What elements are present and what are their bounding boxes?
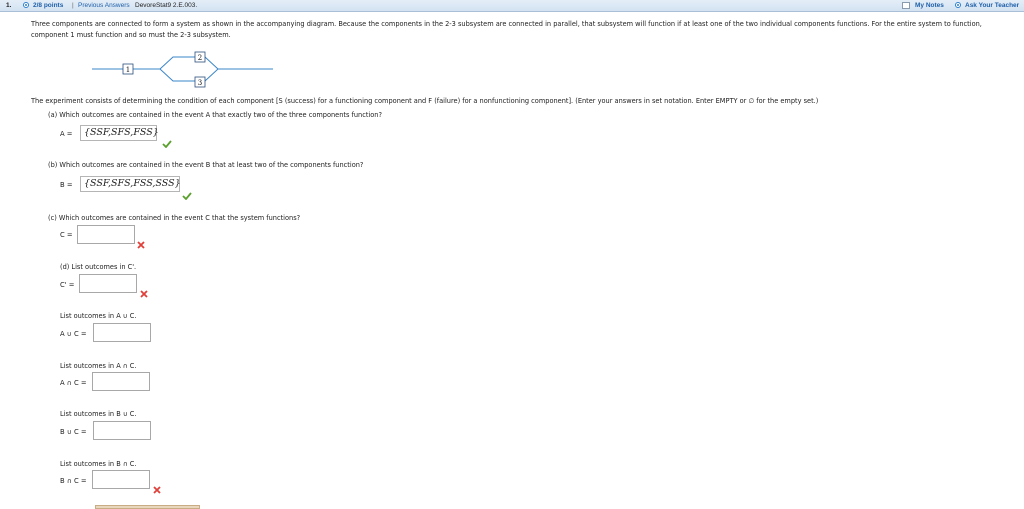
- component-1-box: 1: [122, 63, 134, 75]
- notes-checkbox[interactable]: [902, 2, 910, 9]
- b-intersect-c-question: List outcomes in B ∩ C.: [60, 460, 137, 468]
- problem-intro-text: Three components are connected to form a…: [31, 20, 982, 39]
- a-union-c-question: List outcomes in A ∪ C.: [60, 312, 137, 320]
- part-a-answer-field[interactable]: {SSF,SFS,FSS}: [80, 125, 159, 141]
- expand-toggle-icon[interactable]: [23, 2, 29, 8]
- a-intersect-c-question: List outcomes in A ∩ C.: [60, 362, 137, 370]
- b-union-c-label: B ∪ C =: [60, 428, 87, 436]
- submit-buttons-strip[interactable]: [95, 505, 200, 509]
- b-intersect-c-answer-field[interactable]: [92, 470, 150, 489]
- b-intersect-c-label: B ∩ C =: [60, 477, 87, 485]
- previous-answers-link[interactable]: Previous Answers: [78, 0, 130, 11]
- component-3-label: 3: [198, 79, 202, 87]
- part-d-answer-field[interactable]: [79, 274, 137, 293]
- a-intersect-c-label: A ∩ C =: [60, 379, 87, 387]
- component-2-box: 2: [194, 51, 206, 63]
- part-a-question: (a) Which outcomes are contained in the …: [48, 111, 382, 119]
- incorrect-x-icon: [153, 486, 161, 494]
- component-2-label: 2: [198, 54, 202, 62]
- part-b-question: (b) Which outcomes are contained in the …: [48, 161, 364, 169]
- b-union-c-question: List outcomes in B ∪ C.: [60, 410, 137, 418]
- part-b-label: B =: [60, 181, 73, 189]
- question-header-bar: 1. 2/8 points | Previous Answers DevoreS…: [0, 0, 1024, 12]
- a-union-c-label: A ∪ C =: [60, 330, 87, 338]
- part-c-label: C =: [60, 231, 73, 239]
- a-union-c-answer-field[interactable]: [93, 323, 151, 342]
- experiment-description: The experiment consists of determining t…: [31, 97, 819, 105]
- system-diagram: 1 2 3: [92, 51, 273, 88]
- ask-teacher-icon[interactable]: [955, 2, 961, 8]
- incorrect-x-icon: [140, 290, 148, 298]
- question-number: 1.: [6, 2, 12, 9]
- part-a-label: A =: [60, 130, 73, 138]
- a-intersect-c-answer-field[interactable]: [92, 372, 150, 391]
- part-d-label: C' =: [60, 281, 75, 289]
- ask-teacher-link[interactable]: Ask Your Teacher: [965, 0, 1019, 11]
- component-1-label: 1: [126, 66, 130, 74]
- b-union-c-answer-field[interactable]: [93, 421, 151, 440]
- header-separator: |: [72, 2, 74, 9]
- points-score: 2/8 points: [33, 2, 64, 9]
- incorrect-x-icon: [137, 241, 145, 249]
- question-source-id: DevoreStat9 2.E.003.: [135, 2, 198, 9]
- component-3-box: 3: [194, 76, 206, 88]
- correct-check-icon: [162, 140, 172, 148]
- part-c-question: (c) Which outcomes are contained in the …: [48, 214, 301, 222]
- part-c-answer-field[interactable]: [77, 225, 135, 244]
- correct-check-icon: [182, 192, 192, 200]
- part-b-answer-field[interactable]: {SSF,SFS,FSS,SSS}: [80, 176, 181, 192]
- part-d-question: (d) List outcomes in C'.: [60, 263, 137, 271]
- my-notes-link[interactable]: My Notes: [915, 0, 944, 11]
